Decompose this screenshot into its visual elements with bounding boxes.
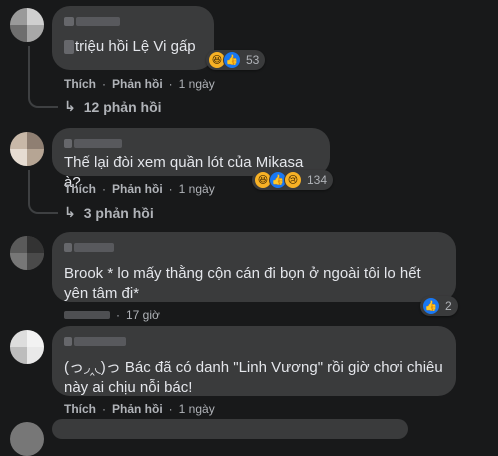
view-replies-link[interactable]: ↳ 12 phản hồi <box>64 98 162 115</box>
comment-actions: · 17 giờ <box>64 308 160 322</box>
thread-line <box>28 46 58 108</box>
comment-bubble: (っ◞‸◟)っ Bác đã có danh "Linh Vương" rồi … <box>52 326 456 396</box>
avatar[interactable] <box>10 8 44 42</box>
comment-actions: Thích · Phản hồi · 1 ngày <box>64 402 215 416</box>
comment-text: Brook * lo mấy thằng cộn cán đi bọn ở ng… <box>64 265 421 302</box>
avatar[interactable] <box>10 132 44 166</box>
view-replies-link[interactable]: ↳ 3 phản hồi <box>64 204 154 221</box>
comment-bubble: Thế lại đòi xem quần lót của Mikasa à? <box>52 128 330 191</box>
like-reaction-icon: 👍 <box>223 51 241 69</box>
reactions-summary[interactable]: 👍 2 <box>420 296 458 316</box>
reply-button[interactable]: Phản hồi <box>112 402 163 416</box>
author-name-redacted[interactable] <box>64 136 318 150</box>
reaction-count: 134 <box>307 173 328 187</box>
sad-reaction-icon: 😢 <box>284 171 302 189</box>
author-name-redacted[interactable] <box>64 334 444 348</box>
reply-button[interactable]: Phản hồi <box>112 77 163 91</box>
thread-line <box>28 170 58 214</box>
author-name-redacted[interactable] <box>64 240 444 254</box>
timestamp[interactable]: 1 ngày <box>179 402 215 416</box>
like-button[interactable]: Thích <box>64 77 96 91</box>
like-button[interactable]: Thích <box>64 402 96 416</box>
reply-button[interactable]: Phản hồi <box>112 182 163 196</box>
comment-text: triệu hồi Lệ Vi gấp <box>75 38 196 55</box>
reaction-count: 53 <box>246 53 260 67</box>
avatar[interactable] <box>10 422 44 456</box>
comment-bubble <box>52 419 408 439</box>
avatar[interactable] <box>10 236 44 270</box>
reply-arrow-icon: ↳ <box>64 204 76 220</box>
comment-actions: Thích · Phản hồi · 1 ngày <box>64 182 215 196</box>
reactions-summary[interactable]: 😆 👍 😢 134 <box>252 170 334 190</box>
comment-text: (っ◞‸◟)っ Bác đã có danh "Linh Vương" rồi … <box>64 359 443 396</box>
comment-actions: Thích · Phản hồi · 1 ngày <box>64 77 215 91</box>
comment-bubble: triệu hồi Lệ Vi gấp <box>52 6 214 70</box>
comment-bubble: Brook * lo mấy thằng cộn cán đi bọn ở ng… <box>52 232 456 302</box>
avatar[interactable] <box>10 330 44 364</box>
timestamp[interactable]: 1 ngày <box>179 77 215 91</box>
reaction-count: 2 <box>445 299 452 313</box>
timestamp[interactable]: 17 giờ <box>126 308 160 322</box>
like-reaction-icon: 👍 <box>422 297 440 315</box>
timestamp[interactable]: 1 ngày <box>179 182 215 196</box>
like-button[interactable]: Thích <box>64 182 96 196</box>
reactions-summary[interactable]: 😆 👍 53 <box>206 50 266 70</box>
author-name-redacted[interactable] <box>64 14 202 28</box>
reply-arrow-icon: ↳ <box>64 98 76 114</box>
